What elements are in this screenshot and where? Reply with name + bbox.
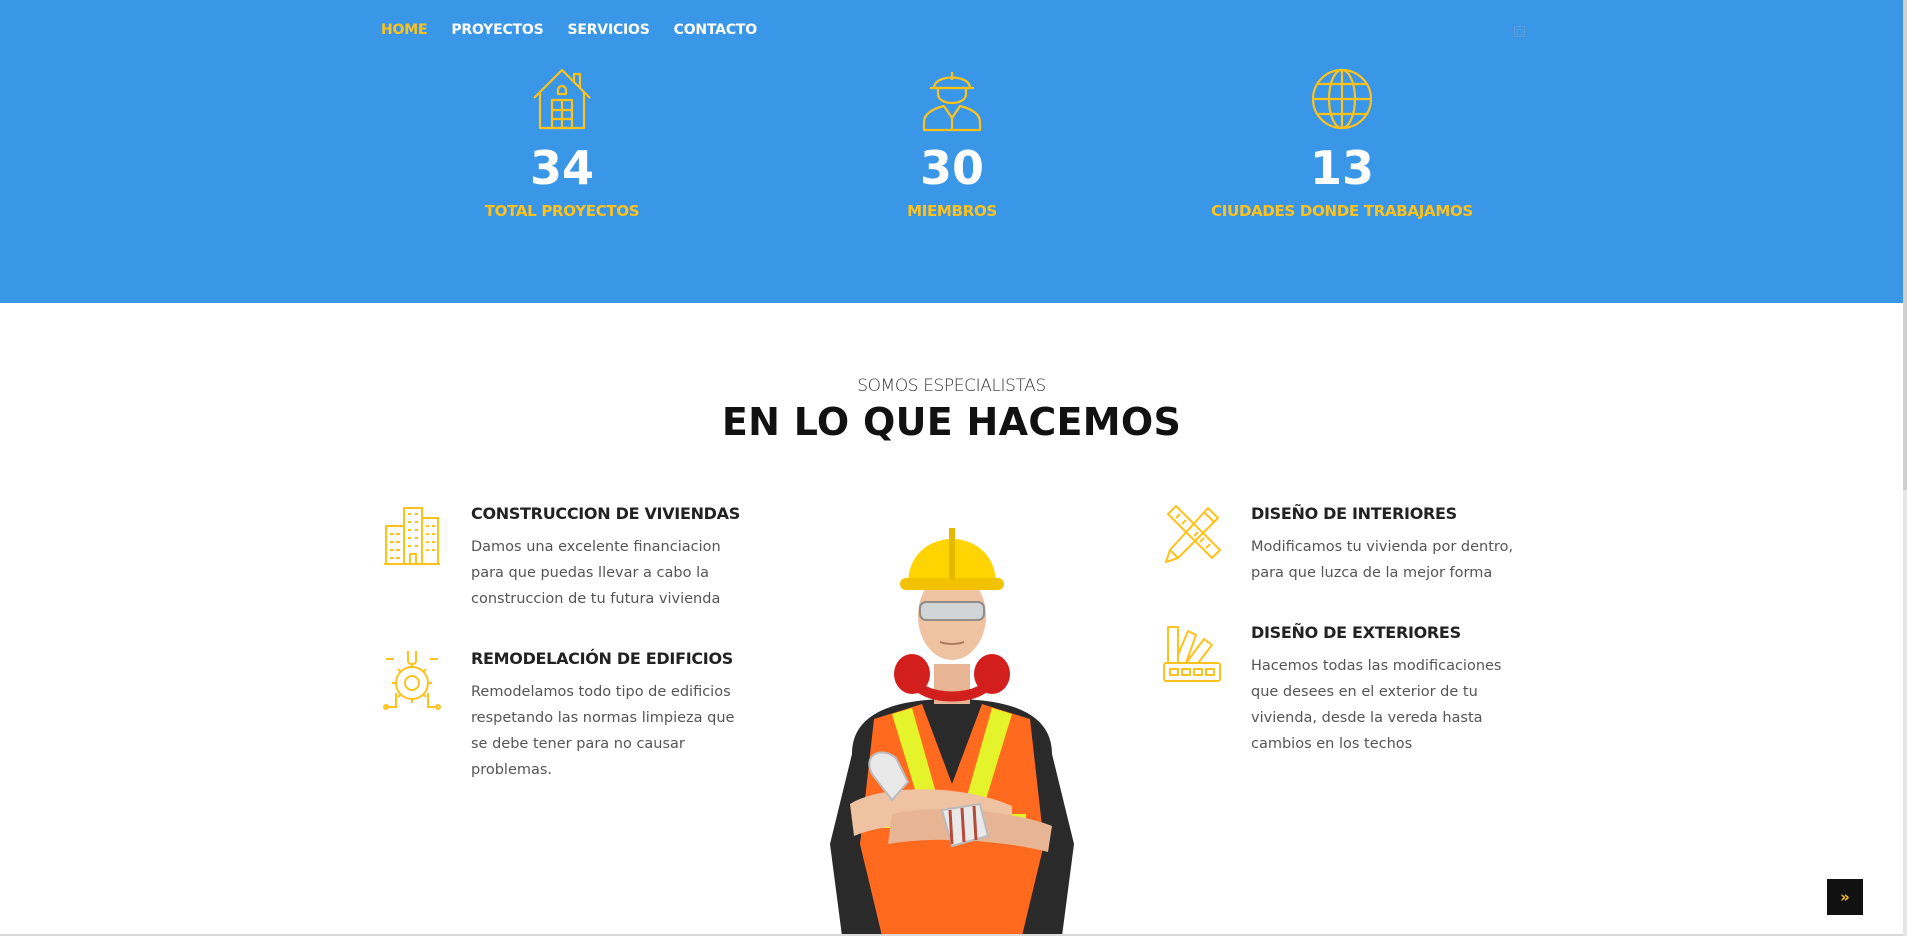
- service-title: CONSTRUCCION DE VIVIENDAS: [471, 504, 740, 523]
- house-icon: [533, 68, 591, 130]
- stat-value: 34: [529, 141, 594, 195]
- service-description: Modificamos tu vivienda por dentro, para…: [1251, 539, 1514, 581]
- pencil-ruler-icon: [1165, 505, 1221, 563]
- service-description: Remodelamos todo tipo de edificios respe…: [471, 684, 735, 778]
- stats-hero: HOME PROYECTOS SERVICIOS CONTACTO □ 34 T…: [0, 0, 1903, 303]
- nav-item-proyectos[interactable]: PROYECTOS: [451, 22, 543, 38]
- search-icon[interactable]: □: [1514, 26, 1525, 37]
- scrollbar-thumb[interactable]: [1903, 0, 1907, 490]
- color-swatch-icon: [1163, 626, 1221, 682]
- construction-worker-image: [830, 528, 1074, 936]
- stat-value: 30: [919, 141, 984, 195]
- buildings-icon: [384, 507, 440, 565]
- stat-label: TOTAL PROYECTOS: [484, 202, 640, 220]
- main-nav: HOME PROYECTOS SERVICIOS CONTACTO: [381, 22, 757, 38]
- service-title: DISEÑO DE INTERIORES: [1251, 504, 1457, 523]
- globe-icon: [1311, 68, 1373, 130]
- service-title: DISEÑO DE EXTERIORES: [1251, 623, 1461, 642]
- section-kicker: SOMOS ESPECIALISTAS: [857, 376, 1046, 396]
- service-description: Hacemos todas las modificaciones que des…: [1251, 658, 1502, 752]
- stat-label: MIEMBROS: [907, 202, 997, 220]
- stat-miembros: 30 MIEMBROS: [772, 66, 1132, 220]
- stat-label: CIUDADES DONDE TRABAJAMOS: [1211, 202, 1473, 220]
- back-to-top-button[interactable]: »: [1827, 879, 1863, 915]
- worker-helmet-icon: [922, 72, 982, 132]
- stat-value: 13: [1309, 141, 1374, 195]
- service-description: Damos una excelente financiacion para qu…: [471, 539, 721, 607]
- nav-item-contacto[interactable]: CONTACTO: [674, 22, 758, 38]
- gear-wrench-icon: [383, 651, 441, 710]
- section-title: EN LO QUE HACEMOS: [721, 400, 1182, 444]
- nav-item-servicios[interactable]: SERVICIOS: [567, 22, 649, 38]
- stat-total-proyectos: 34 TOTAL PROYECTOS: [382, 66, 742, 220]
- stat-ciudades: 13 CIUDADES DONDE TRABAJAMOS: [1162, 66, 1522, 220]
- service-title: REMODELACIÓN DE EDIFICIOS: [471, 649, 733, 668]
- nav-item-home[interactable]: HOME: [381, 22, 428, 38]
